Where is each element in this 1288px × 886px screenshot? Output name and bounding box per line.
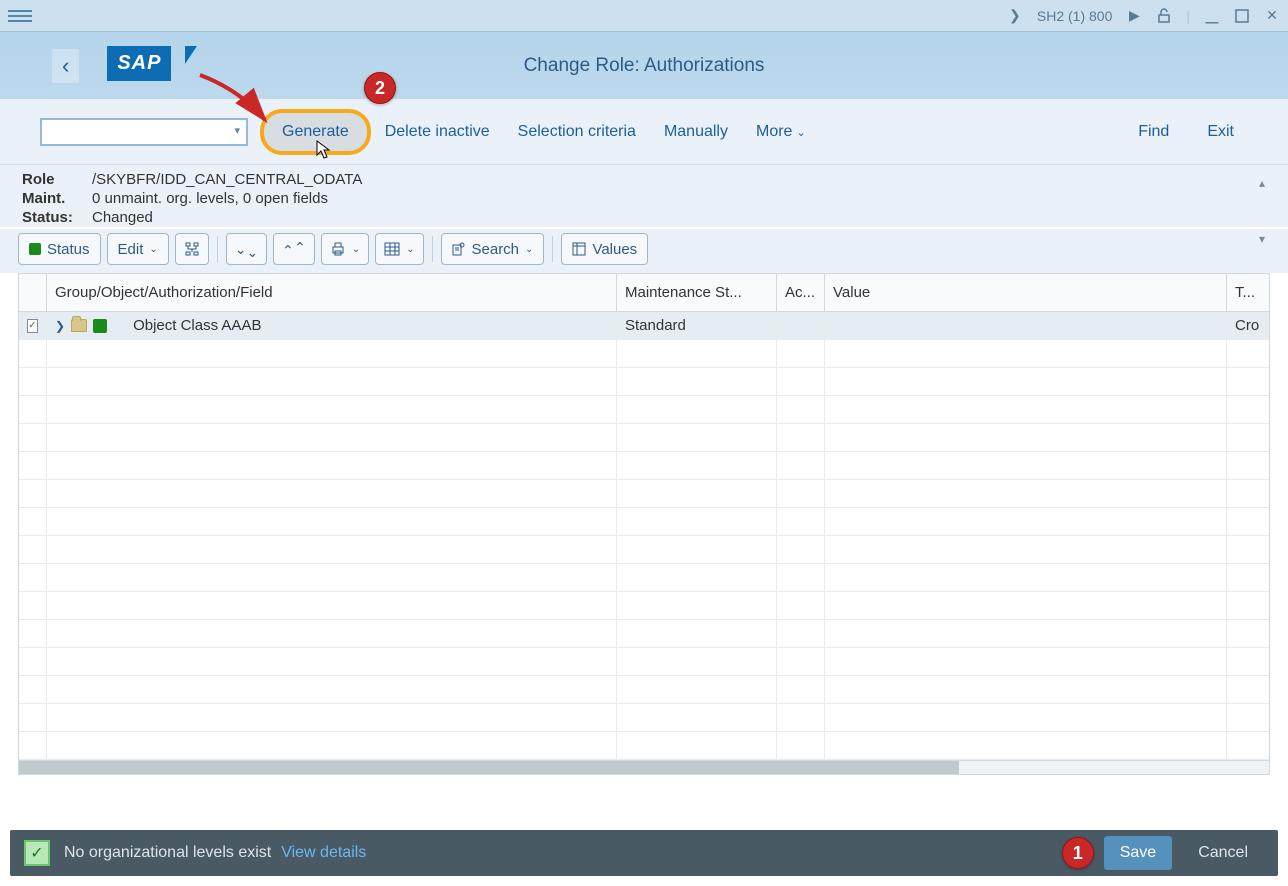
status-bar: ✓ No organizational levels exist View de… bbox=[10, 830, 1278, 876]
button-bar: Status Edit⌄ ⌄⌄ ⌄⌄ ⌄ ⌄ Search⌄ Values bbox=[0, 229, 1288, 273]
auth-grid: Group/Object/Authorization/Field Mainten… bbox=[18, 273, 1270, 775]
row-maint: Standard bbox=[617, 312, 777, 339]
status-indicator bbox=[93, 319, 107, 333]
selection-criteria-button[interactable]: Selection criteria bbox=[504, 115, 650, 149]
row-label: Object Class AAAB bbox=[133, 317, 261, 334]
exit-button[interactable]: Exit bbox=[1193, 115, 1248, 149]
vertical-scrollbar[interactable]: ▴▾ bbox=[1254, 176, 1270, 246]
edit-button[interactable]: Edit⌄ bbox=[107, 233, 169, 265]
print-button[interactable]: ⌄ bbox=[321, 233, 369, 265]
cancel-button[interactable]: Cancel bbox=[1182, 836, 1264, 870]
generate-button[interactable]: Generate bbox=[260, 109, 371, 155]
status-value: Changed bbox=[92, 209, 153, 227]
status-label: Status: bbox=[22, 209, 92, 227]
close-icon[interactable]: ✕ bbox=[1264, 8, 1280, 24]
annotation-badge-2: 2 bbox=[364, 72, 396, 104]
horizontal-scrollbar[interactable] bbox=[19, 760, 1269, 774]
delete-inactive-button[interactable]: Delete inactive bbox=[371, 115, 504, 149]
find-button[interactable]: Find bbox=[1124, 115, 1183, 149]
maint-label: Maint. bbox=[22, 190, 92, 207]
values-button[interactable]: Values bbox=[561, 233, 648, 265]
info-panel: Role/SKYBFR/IDD_CAN_CENTRAL_ODATA Maint.… bbox=[0, 165, 1288, 227]
success-icon: ✓ bbox=[24, 840, 50, 866]
role-value: /SKYBFR/IDD_CAN_CENTRAL_ODATA bbox=[92, 171, 362, 188]
col-value[interactable]: Value bbox=[825, 274, 1227, 311]
row-checkbox[interactable]: ✓ bbox=[27, 319, 38, 333]
more-button[interactable]: More⌄ bbox=[742, 115, 820, 149]
col-maint[interactable]: Maintenance St... bbox=[617, 274, 777, 311]
back-button[interactable]: ‹ bbox=[52, 49, 79, 83]
view-details-link[interactable]: View details bbox=[281, 844, 366, 862]
hamburger-icon[interactable] bbox=[8, 4, 32, 28]
status-button[interactable]: Status bbox=[18, 233, 101, 265]
role-label: Role bbox=[22, 171, 92, 188]
expand-icon[interactable]: ❯ bbox=[55, 319, 65, 333]
command-input[interactable] bbox=[40, 118, 248, 146]
toolbar: Generate Delete inactive Selection crite… bbox=[0, 99, 1288, 165]
lock-open-icon[interactable] bbox=[1156, 8, 1172, 24]
chevron-right-icon[interactable]: ❯ bbox=[1007, 8, 1023, 24]
collapse-all-button[interactable]: ⌄⌄ bbox=[273, 233, 314, 265]
minimize-icon[interactable]: _ bbox=[1204, 4, 1220, 20]
sap-logo: SAP bbox=[107, 46, 185, 86]
maximize-icon[interactable] bbox=[1234, 8, 1250, 24]
col-group[interactable]: Group/Object/Authorization/Field bbox=[47, 274, 617, 311]
manually-button[interactable]: Manually bbox=[650, 115, 742, 149]
expand-all-button[interactable]: ⌄⌄ bbox=[226, 233, 267, 265]
system-id: SH2 (1) 800 bbox=[1037, 8, 1112, 24]
page-title: Change Role: Authorizations bbox=[524, 55, 765, 77]
annotation-badge-1: 1 bbox=[1062, 837, 1094, 869]
spreadsheet-button[interactable]: ⌄ bbox=[375, 233, 423, 265]
play-icon[interactable]: ▶ bbox=[1126, 8, 1142, 24]
status-message: No organizational levels exist bbox=[64, 844, 271, 862]
grid-header: Group/Object/Authorization/Field Mainten… bbox=[19, 274, 1269, 312]
col-t[interactable]: T... bbox=[1227, 274, 1259, 311]
folder-icon bbox=[71, 319, 87, 332]
table-row[interactable]: ✓ ❯ Object Class AAAB Standard Cro bbox=[19, 312, 1269, 340]
app-header: ‹ SAP Change Role: Authorizations bbox=[0, 32, 1288, 99]
save-button[interactable]: Save bbox=[1104, 836, 1172, 870]
row-t: Cro bbox=[1227, 312, 1259, 339]
search-button[interactable]: Search⌄ bbox=[441, 233, 545, 265]
title-bar: ❯ SH2 (1) 800 ▶ | _ ✕ bbox=[0, 0, 1288, 32]
col-ac[interactable]: Ac... bbox=[777, 274, 825, 311]
maint-value: 0 unmaint. org. levels, 0 open fields bbox=[92, 190, 328, 207]
org-levels-button[interactable] bbox=[175, 233, 209, 265]
